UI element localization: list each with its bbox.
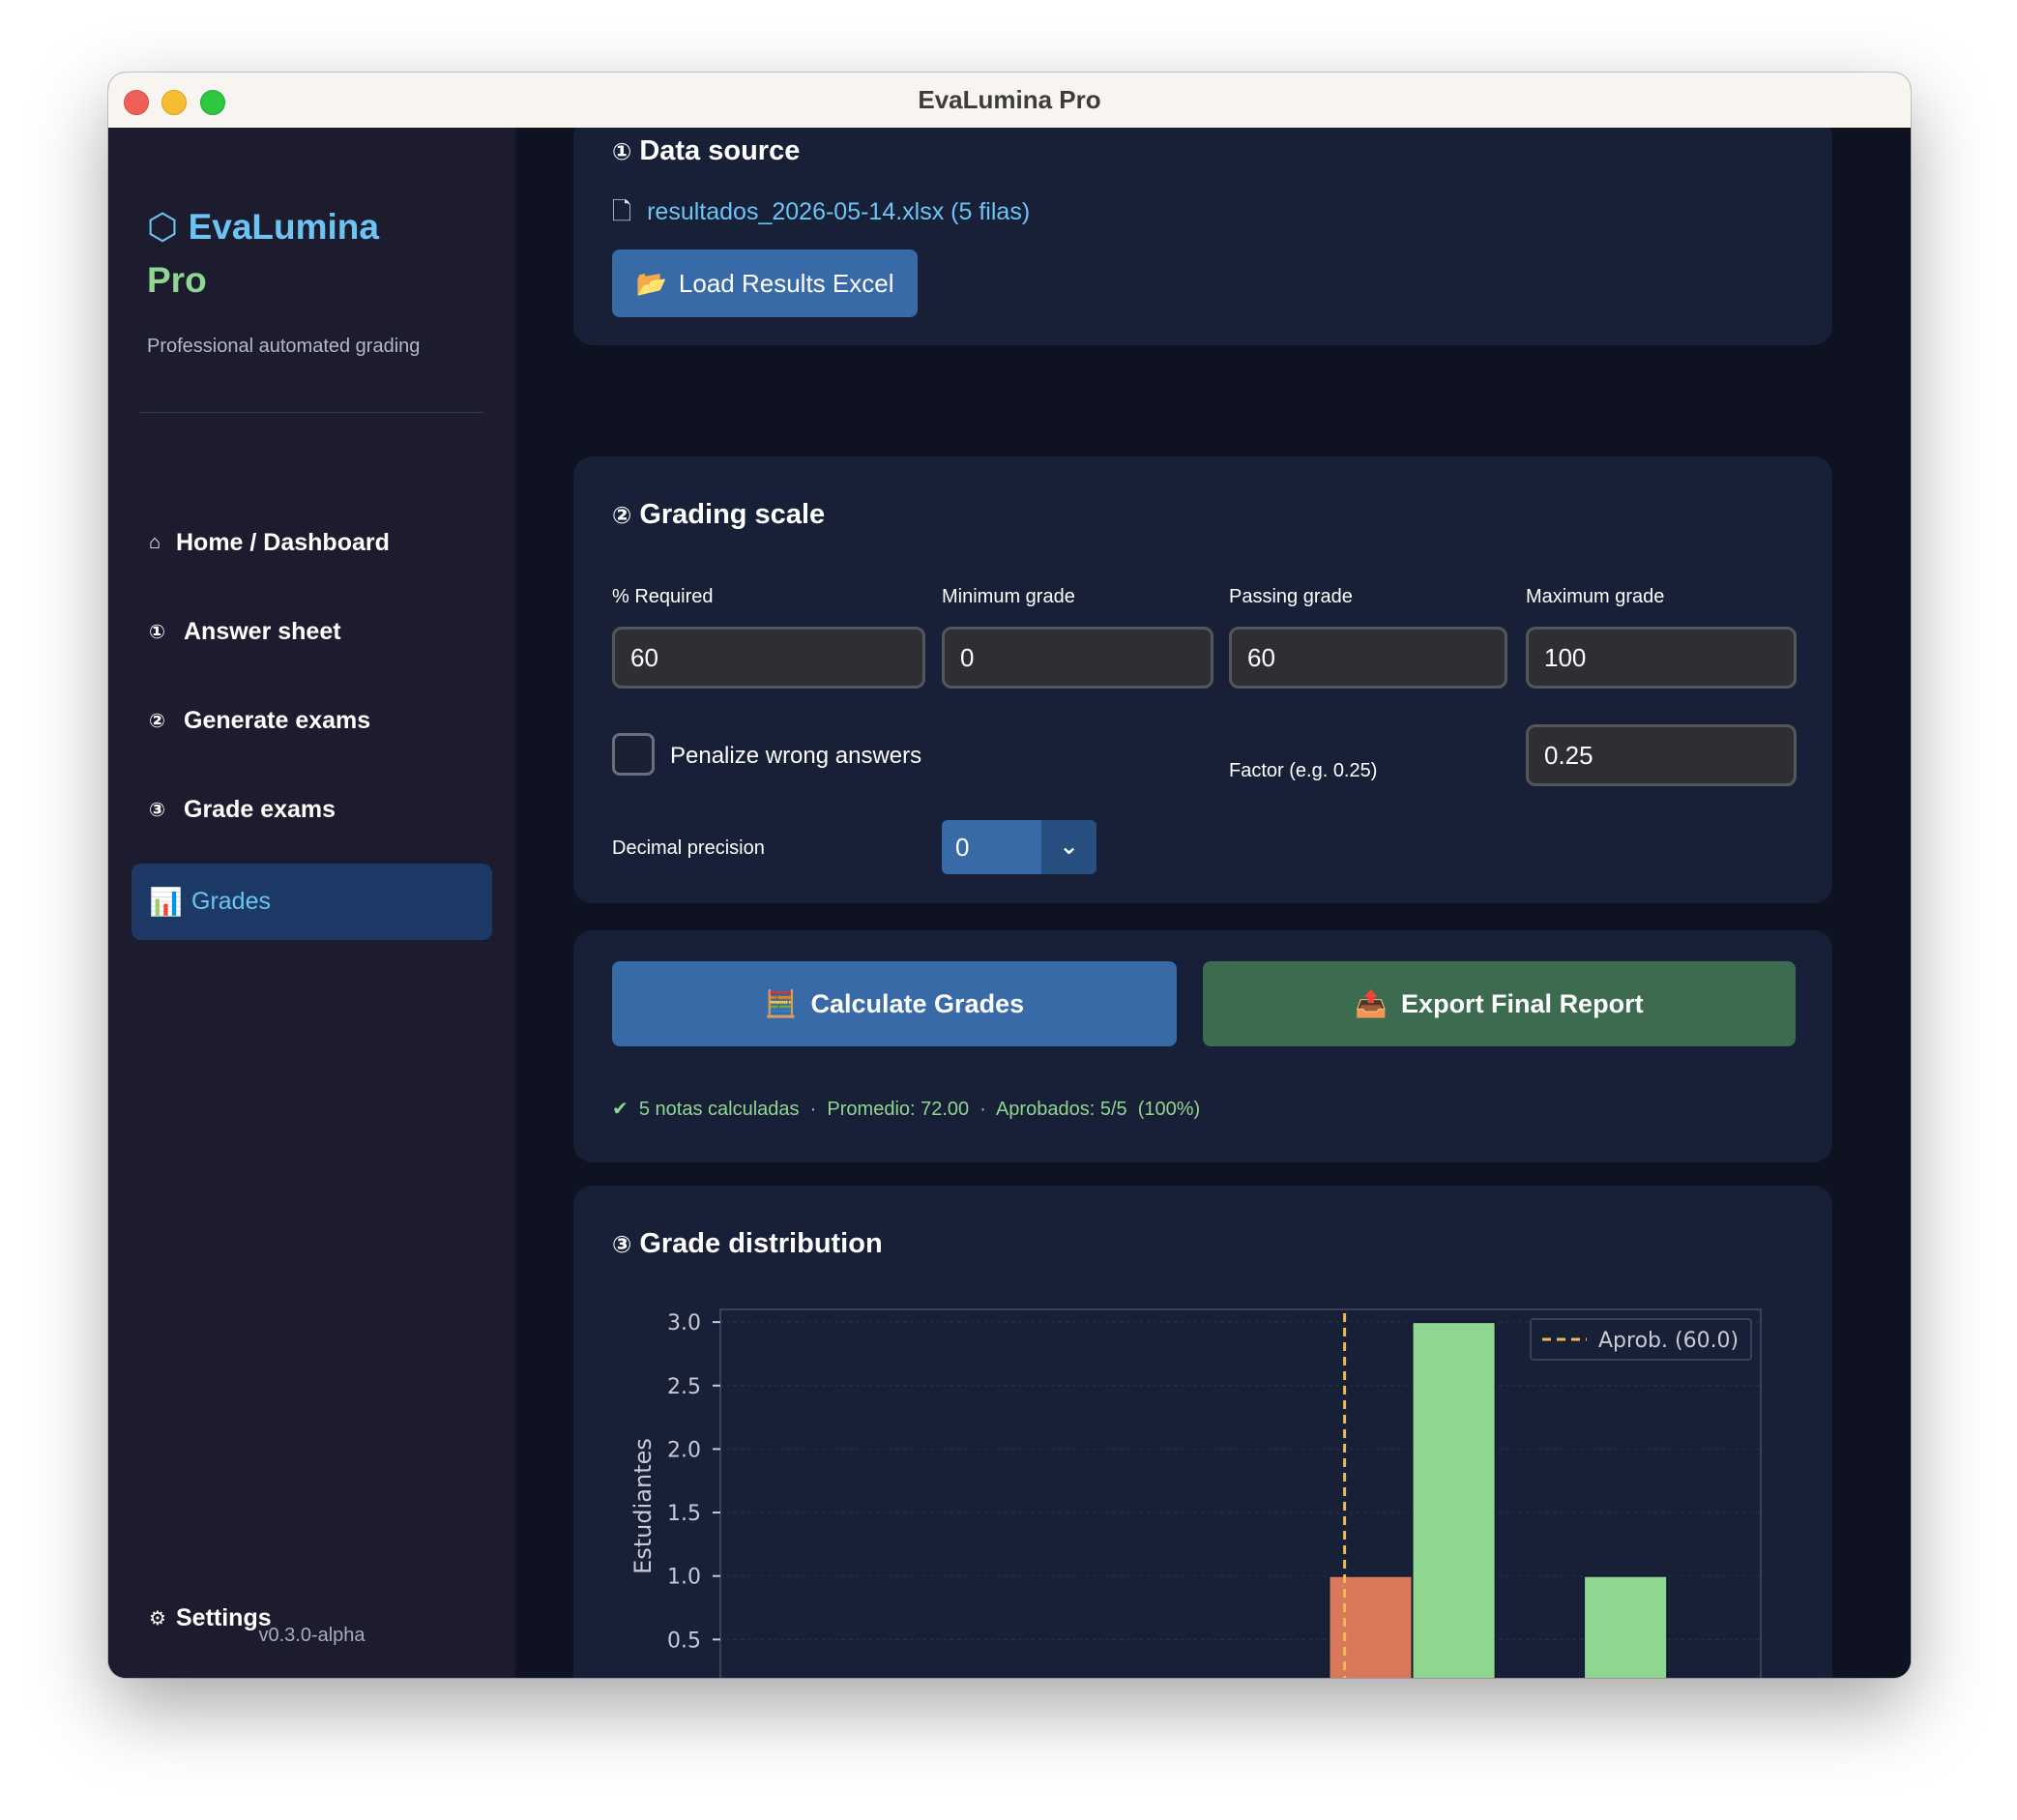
loaded-file: 🗋 resultados_2026-05-14.xlsx (5 filas): [612, 193, 1030, 235]
app-window: EvaLumina Pro ⬡ EvaLumina Pro Profession…: [108, 73, 1911, 1678]
factor-label: Factor (e.g. 0.25): [1229, 760, 1378, 781]
load-results-button[interactable]: 📂 Load Results Excel: [612, 250, 918, 317]
sidebar-item-label: Grade exams: [184, 796, 336, 823]
step-two-icon: ②: [149, 711, 165, 732]
histogram-bar: [1583, 1574, 1669, 1678]
export-report-button[interactable]: 📤 Export Final Report: [1203, 961, 1796, 1046]
loaded-file-name: resultados_2026-05-14.xlsx (5 filas): [647, 198, 1031, 225]
step-three-icon: ③: [149, 800, 165, 821]
grading-scale-title: ② Grading scale: [612, 499, 825, 531]
sidebar-item-generate-exams[interactable]: ② Generate exams: [132, 683, 492, 759]
actions-card: 🧮 Calculate Grades 📤 Export Final Report…: [573, 930, 1832, 1162]
app-logo-suffix: Pro: [147, 260, 207, 300]
percent-required-label: % Required: [612, 586, 714, 607]
decimal-precision-label: Decimal precision: [612, 837, 765, 859]
sidebar-item-label: Grades: [191, 888, 271, 915]
app-version: v0.3.0-alpha: [258, 1625, 365, 1646]
outbox-icon: 📤: [1355, 989, 1389, 1018]
data-source-title-text: Data source: [639, 135, 801, 166]
chevron-down-icon[interactable]: ⌄: [1041, 820, 1096, 874]
sidebar-divider: [139, 412, 483, 413]
window-title: EvaLumina Pro: [918, 85, 1101, 114]
bar-chart-icon: 📊: [149, 887, 183, 917]
calculation-status: ✔ 5 notas calculadas · Promedio: 72.00 ·…: [612, 1099, 1201, 1120]
step-two-icon: ②: [612, 503, 632, 529]
app-tagline: Professional automated grading: [147, 336, 421, 357]
sidebar-item-answer-sheet[interactable]: ① Answer sheet: [132, 594, 492, 670]
abacus-icon: 🧮: [764, 989, 798, 1018]
maximum-grade-input[interactable]: 100: [1526, 627, 1797, 689]
grading-scale-card: ② Grading scale % Required Minimum grade …: [573, 456, 1832, 903]
data-source-card: ① Data source 🗋 resultados_2026-05-14.xlsx…: [573, 128, 1832, 345]
y-axis-label: Estudiantes: [629, 1438, 657, 1574]
y-tick-label: 2.0: [667, 1438, 701, 1462]
decimal-precision-value: 0: [942, 820, 1041, 874]
factor-input[interactable]: 0.25: [1526, 724, 1797, 786]
passing-grade-label: Passing grade: [1229, 586, 1353, 607]
step-one-icon: ①: [612, 139, 632, 165]
calculate-grades-button[interactable]: 🧮 Calculate Grades: [612, 961, 1177, 1046]
sidebar-item-grade-exams[interactable]: ③ Grade exams: [132, 772, 492, 848]
step-one-icon: ①: [149, 622, 165, 643]
grading-scale-title-text: Grading scale: [639, 499, 826, 530]
data-source-title: ① Data source: [612, 135, 800, 167]
penalize-label: Penalize wrong answers: [670, 743, 922, 769]
y-tick-label: 0.5: [667, 1629, 701, 1653]
grade-distribution-card: ③ Grade distribution 0.0 0.5 1.0 1.5 2.0 2.5 3.…: [573, 1186, 1832, 1678]
app-logo-name: ⬡ EvaLumina: [147, 207, 379, 247]
passing-grade-input[interactable]: 60: [1229, 627, 1507, 689]
sidebar-item-grades[interactable]: 📊 Grades: [132, 864, 492, 940]
histogram-bar: [1411, 1321, 1497, 1678]
calculate-grades-label: Calculate Grades: [810, 988, 1025, 1018]
home-icon: ⌂: [149, 532, 161, 553]
maximum-grade-label: Maximum grade: [1526, 586, 1665, 607]
document-icon: 🗋: [612, 198, 632, 225]
sidebar-item-label: Generate exams: [184, 707, 371, 734]
histogram-bar: [1328, 1574, 1414, 1678]
load-results-label: Load Results Excel: [678, 268, 894, 298]
folder-icon: 📂: [635, 268, 667, 298]
minimum-grade-label: Minimum grade: [942, 586, 1075, 607]
legend-threshold-label: Aprob. (60.0): [1598, 1329, 1739, 1353]
sidebar-item-home[interactable]: ⌂ Home / Dashboard: [132, 505, 492, 581]
sidebar-item-label: Home / Dashboard: [176, 529, 390, 556]
export-report-label: Export Final Report: [1401, 988, 1644, 1018]
decimal-precision-select[interactable]: 0 ⌄: [942, 820, 1096, 874]
sidebar-item-label: Answer sheet: [184, 618, 341, 645]
y-tick-label: 2.5: [667, 1375, 701, 1399]
main-content[interactable]: ① Data source 🗋 resultados_2026-05-14.xlsx…: [515, 128, 1911, 1678]
title-bar: EvaLumina Pro: [108, 73, 1911, 129]
penalize-checkbox[interactable]: [612, 733, 655, 776]
percent-required-input[interactable]: 60: [612, 627, 925, 689]
minimum-grade-input[interactable]: 0: [942, 627, 1213, 689]
y-tick-label: 3.0: [667, 1311, 701, 1336]
y-tick-label: 1.5: [667, 1502, 701, 1526]
sidebar: ⬡ EvaLumina Pro Professional automated g…: [108, 128, 515, 1678]
grade-distribution-chart: 0.00.51.01.52.02.53.00 20 40 60 80 100Aprob. …: [629, 1308, 1762, 1678]
y-tick-label: 1.0: [667, 1566, 701, 1590]
